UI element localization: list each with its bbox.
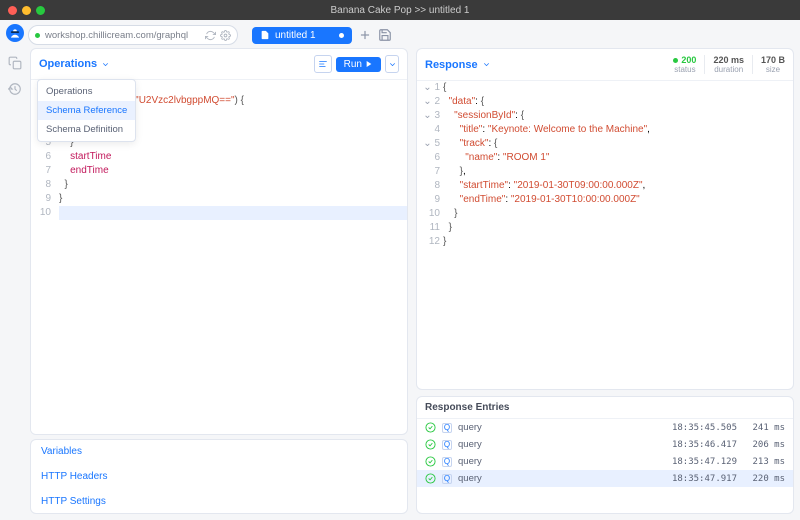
response-panel: Response 200status220 msduration170 Bsiz… bbox=[416, 48, 794, 390]
refresh-icon[interactable] bbox=[205, 30, 216, 41]
endpoint-url-box[interactable]: workshop.chillicream.com/graphql bbox=[28, 25, 238, 45]
dropdown-item-operations[interactable]: Operations bbox=[38, 82, 135, 101]
chevron-down-icon bbox=[101, 60, 110, 69]
document-tab-active[interactable]: untitled 1 bbox=[252, 27, 352, 44]
operations-panel: Operations Run Operatio bbox=[30, 48, 408, 435]
copy-icon[interactable] bbox=[8, 56, 22, 70]
format-button[interactable] bbox=[314, 55, 332, 73]
app-logo bbox=[6, 24, 24, 42]
operations-dropdown: Operations Schema Reference Schema Defin… bbox=[37, 79, 136, 142]
tab-http-headers[interactable]: HTTP Headers bbox=[41, 471, 397, 482]
response-entry-row[interactable]: Qquery18:35:47.917220 ms bbox=[417, 470, 793, 487]
operations-title[interactable]: Operations bbox=[39, 58, 110, 70]
response-entry-row[interactable]: Qquery18:35:45.505241 ms bbox=[417, 419, 793, 436]
response-entry-row[interactable]: Qquery18:35:47.129213 ms bbox=[417, 453, 793, 470]
left-sidebar bbox=[0, 48, 30, 96]
run-button[interactable]: Run bbox=[336, 57, 381, 72]
tab-label: untitled 1 bbox=[275, 30, 316, 41]
response-entries-panel: Response Entries Qquery18:35:45.505241 m… bbox=[416, 396, 794, 514]
chevron-down-icon bbox=[482, 60, 491, 69]
response-entries-title: Response Entries bbox=[417, 397, 793, 419]
tab-modified-dot bbox=[339, 33, 344, 38]
endpoint-url: workshop.chillicream.com/graphql bbox=[45, 30, 201, 41]
bottom-tabs: Variables HTTP Headers HTTP Settings bbox=[30, 439, 408, 514]
connection-status-dot bbox=[35, 33, 40, 38]
history-icon[interactable] bbox=[8, 82, 22, 96]
tab-http-settings[interactable]: HTTP Settings bbox=[41, 496, 397, 507]
tab-variables[interactable]: Variables bbox=[41, 446, 397, 457]
gear-icon[interactable] bbox=[220, 30, 231, 41]
dropdown-item-schema-reference[interactable]: Schema Reference bbox=[38, 101, 135, 120]
window-titlebar: Banana Cake Pop >> untitled 1 bbox=[0, 0, 800, 20]
add-tab-button[interactable] bbox=[358, 28, 372, 42]
document-icon bbox=[260, 30, 270, 40]
window-title: Banana Cake Pop >> untitled 1 bbox=[0, 5, 800, 16]
save-icon[interactable] bbox=[378, 28, 392, 42]
run-options-button[interactable] bbox=[385, 55, 399, 73]
dropdown-item-schema-definition[interactable]: Schema Definition bbox=[38, 120, 135, 139]
response-title[interactable]: Response bbox=[425, 59, 491, 71]
top-bar: workshop.chillicream.com/graphql untitle… bbox=[0, 20, 800, 50]
response-body[interactable]: ⌄1⌄2⌄34⌄56789101112 { "data": { "session… bbox=[417, 81, 793, 389]
response-entry-row[interactable]: Qquery18:35:46.417206 ms bbox=[417, 436, 793, 453]
